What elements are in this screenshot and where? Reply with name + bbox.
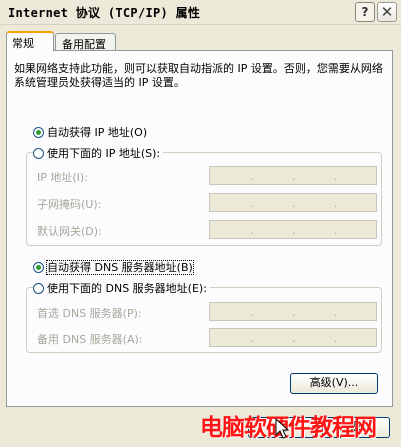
title-bar: Internet 协议 (TCP/IP) 属性 ? ✕ [0,0,401,25]
advanced-button[interactable]: 高级(V)... [290,373,378,394]
auto-ip-label: 自动获得 IP 地址(O) [47,126,148,139]
help-button[interactable]: ? [355,2,375,22]
default-gateway-field[interactable]: ... [209,220,377,239]
preferred-dns-label: 首选 DNS 服务器(P): [37,307,142,320]
alternate-dns-label: 备用 DNS 服务器(A): [37,333,143,346]
close-button[interactable]: ✕ [377,2,397,22]
default-gateway-label: 默认网关(D): [37,225,102,238]
preferred-dns-field[interactable]: ... [209,302,377,321]
mouse-cursor-icon [275,418,289,439]
auto-dns-label: 自动获得 DNS 服务器地址(B) [46,260,194,275]
info-text: 如果网络支持此功能，则可以获取自动指派的 IP 设置。否则，您需要从网络系统管理… [14,62,383,89]
auto-ip-radio[interactable] [33,127,44,138]
auto-dns-radio[interactable] [33,262,44,273]
manual-ip-radio[interactable] [33,148,44,159]
tab-general[interactable]: 常规 [6,31,54,51]
auto-dns-option[interactable]: 自动获得 DNS 服务器地址(B) [33,259,196,275]
manual-dns-option[interactable]: 使用下面的 DNS 服务器地址(E): [33,280,210,296]
alternate-dns-field[interactable]: ... [209,328,377,347]
subnet-mask-label: 子网掩码(U): [37,198,102,211]
manual-ip-option[interactable]: 使用下面的 IP 地址(S): [33,145,164,161]
ip-address-label: IP 地址(I): [37,171,88,184]
manual-ip-label: 使用下面的 IP 地址(S): [47,147,161,160]
ip-address-field[interactable]: ... [209,166,377,185]
auto-ip-option[interactable]: 自动获得 IP 地址(O) [33,124,151,140]
window-title: Internet 协议 (TCP/IP) 属性 [8,6,201,20]
manual-dns-label: 使用下面的 DNS 服务器地址(E): [47,282,207,295]
subnet-mask-field[interactable]: ... [209,193,377,212]
tab-alternate-config[interactable]: 备用配置 [55,33,116,51]
manual-dns-radio[interactable] [33,283,44,294]
